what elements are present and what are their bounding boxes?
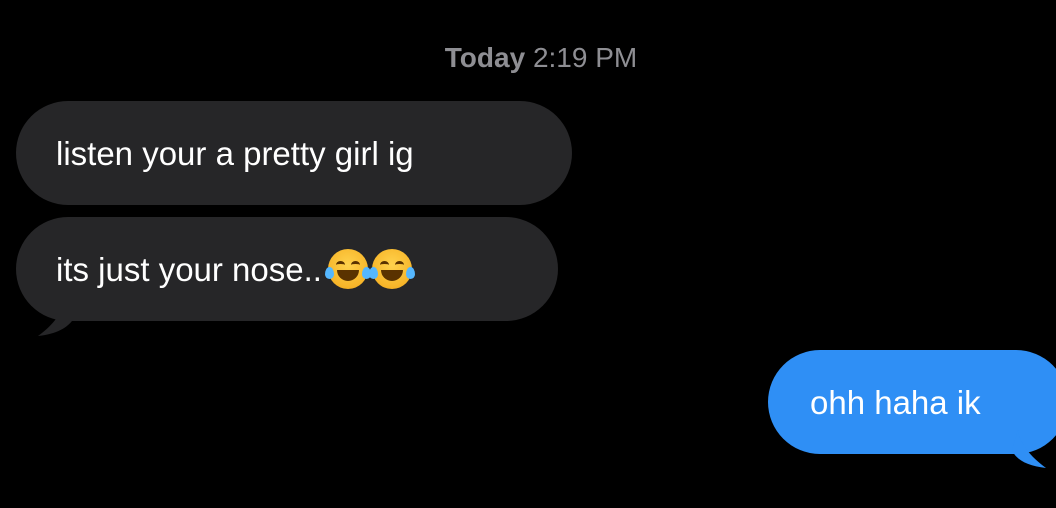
incoming-bubble-tail [38, 300, 74, 336]
message-text: ohh haha ik [810, 383, 981, 421]
outgoing-bubble-tail [1012, 430, 1046, 468]
message-text: its just your nose.. [56, 250, 322, 288]
face-with-tears-of-joy-emoji [324, 249, 371, 289]
message-text: listen your a pretty girl ig [56, 134, 414, 172]
timestamp-time: 2:19 PM [532, 42, 638, 73]
incoming-message-bubble[interactable]: listen your a pretty girl ig [16, 101, 572, 205]
timestamp-day: Today [444, 42, 526, 73]
conversation-timestamp: Today 2:19 PM [0, 42, 1056, 74]
face-with-tears-of-joy-emoji [368, 249, 415, 289]
incoming-message-bubble[interactable]: its just your nose.. [16, 217, 558, 321]
